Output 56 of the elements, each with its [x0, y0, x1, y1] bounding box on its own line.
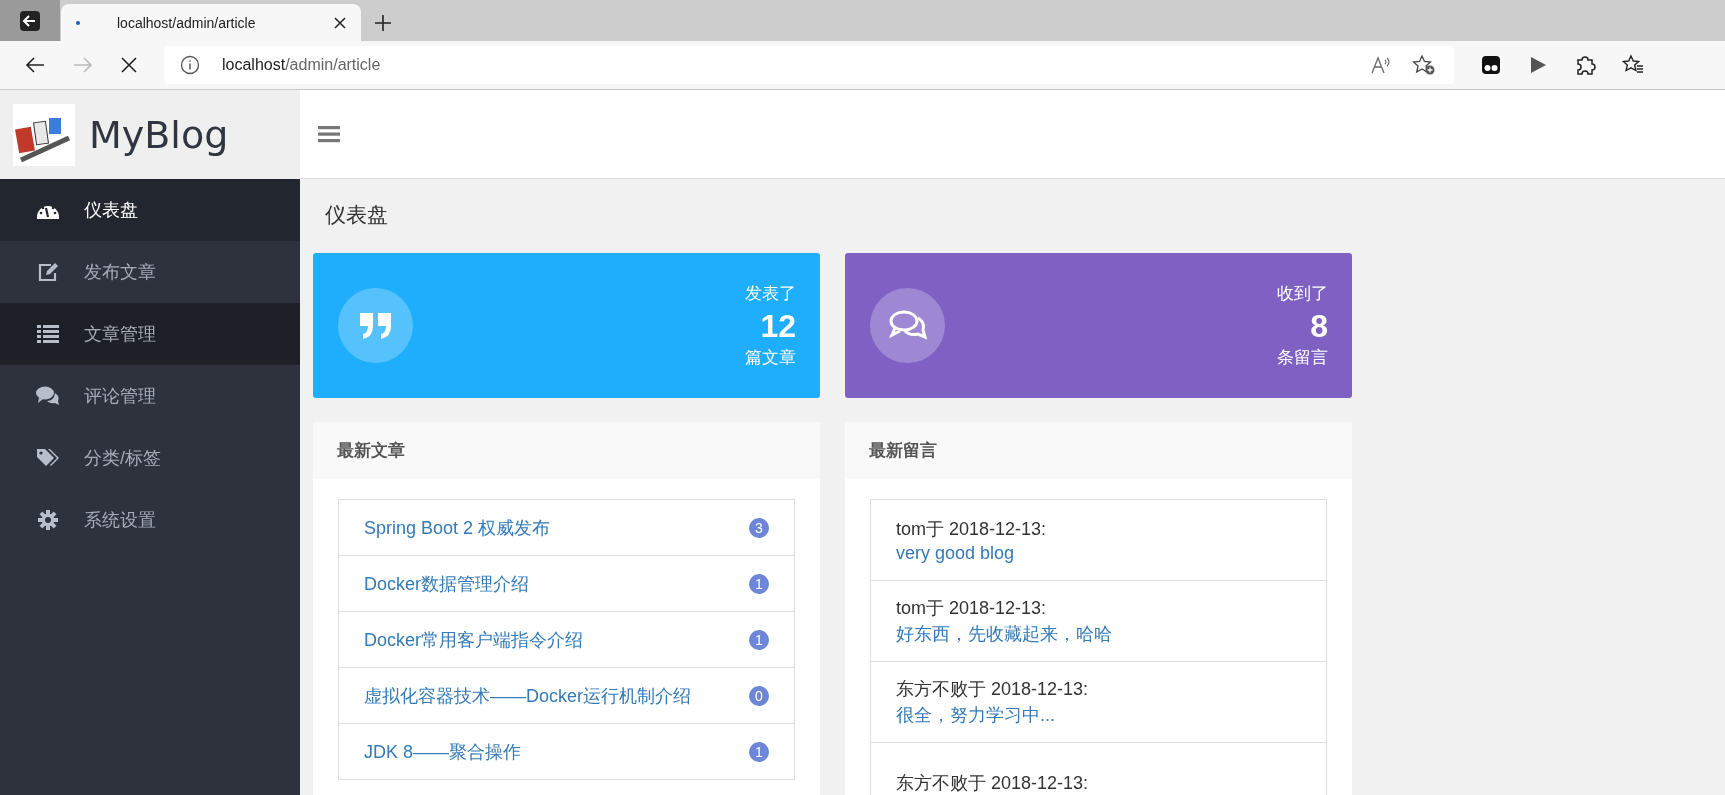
stat-caption: 篇文章	[745, 346, 796, 369]
article-link[interactable]: Docker数据管理介绍	[364, 571, 529, 596]
comment-count-badge: 3	[749, 517, 769, 538]
stop-icon[interactable]	[120, 56, 138, 74]
stat-number: 8	[1310, 306, 1328, 346]
sidebar-item[interactable]: 评论管理	[0, 365, 300, 427]
favorite-add-icon[interactable]	[1412, 54, 1436, 76]
comments-icon	[888, 309, 927, 342]
stat-caption: 发表了	[745, 282, 796, 305]
panel-title: 最新留言	[845, 422, 1352, 479]
browser-tab[interactable]: localhost/admin/article	[61, 4, 361, 41]
quote-icon	[357, 310, 394, 341]
play-icon[interactable]	[1528, 55, 1548, 75]
stat-caption: 条留言	[1277, 346, 1328, 369]
comment-count-badge: 0	[749, 685, 769, 706]
article-link[interactable]: JDK 8——聚合操作	[364, 739, 522, 764]
comment-author: 东方不败于 2018-12-13:	[896, 772, 1090, 795]
article-link[interactable]: Spring Boot 2 权威发布	[364, 515, 551, 540]
stat-caption: 收到了	[1277, 282, 1328, 305]
sidebar-item[interactable]: 仪表盘	[0, 179, 300, 241]
edit-icon	[37, 262, 59, 282]
menu-icon[interactable]	[318, 124, 340, 144]
page-title: 仪表盘	[325, 202, 389, 228]
list-icon	[37, 325, 59, 343]
comment-link[interactable]: 很全，努力学习中...	[896, 703, 1301, 727]
tags-icon	[36, 448, 60, 468]
gear-icon	[38, 510, 58, 530]
extension-icon[interactable]	[1480, 54, 1502, 76]
read-aloud-icon[interactable]	[1370, 55, 1392, 75]
brand-name: MyBlog	[89, 112, 229, 157]
comment-link[interactable]: very good blog	[896, 542, 1301, 564]
sidebar-item[interactable]: 分类/标签	[0, 427, 300, 489]
comment-author: tom于 2018-12-13:	[896, 597, 1048, 620]
sidebar-item[interactable]: 系统设置	[0, 489, 300, 551]
new-tab-icon[interactable]	[373, 13, 393, 33]
comment-link[interactable]: 好东西，先收藏起来，哈哈	[896, 622, 1301, 646]
stat-number: 12	[760, 306, 796, 346]
comments-icon	[36, 386, 60, 406]
sidebar-item[interactable]: 文章管理	[0, 303, 300, 365]
comment-count-badge: 1	[749, 573, 769, 594]
article-link[interactable]: 虚拟化容器技术——Docker运行机制介绍	[364, 683, 691, 708]
back-icon[interactable]	[0, 0, 60, 41]
favorites-icon[interactable]	[1622, 54, 1644, 76]
address-field[interactable]: localhost/admin/article	[164, 46, 1454, 84]
puzzle-icon[interactable]	[1574, 54, 1596, 76]
logo-drawing	[13, 103, 75, 166]
comment-author: tom于 2018-12-13:	[896, 517, 1048, 541]
comment-count-badge: 1	[749, 741, 769, 762]
panel-title: 最新文章	[313, 422, 820, 479]
info-icon	[180, 55, 200, 75]
sidebar-item[interactable]: 发布文章	[0, 241, 300, 303]
close-icon[interactable]	[333, 15, 347, 30]
article-link[interactable]: Docker常用客户端指令介绍	[364, 627, 583, 652]
comment-author: 东方不败于 2018-12-13:	[896, 678, 1090, 701]
loading-icon	[75, 19, 81, 26]
comment-count-badge: 1	[749, 629, 769, 650]
